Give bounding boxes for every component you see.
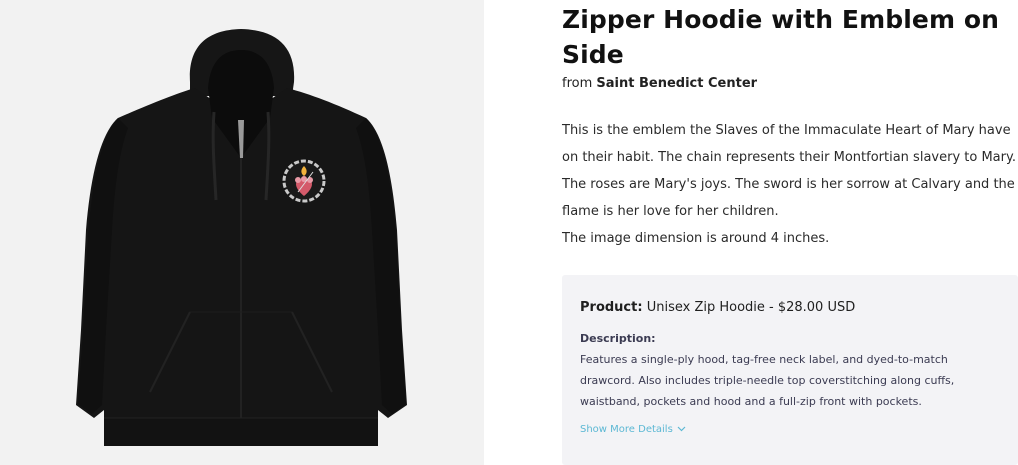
product-label: Product:: [580, 300, 643, 315]
emblem-icon: [282, 159, 326, 203]
show-more-label[interactable]: Show More Details: [580, 424, 673, 435]
chevron-down-icon: [677, 426, 686, 431]
hoodie-image: [76, 29, 407, 446]
image-dimension-note: The image dimension is around 4 inches.: [562, 231, 830, 246]
show-more-details-link[interactable]: Show More Details: [580, 424, 686, 435]
from-prefix: from: [562, 76, 593, 91]
product-image-panel: [0, 0, 484, 465]
seller-link[interactable]: Saint Benedict Center: [596, 76, 757, 91]
product-type-line: Product: Unisex Zip Hoodie - $28.00 USD: [580, 300, 855, 315]
description-text: Features a single-ply hood, tag-free nec…: [580, 353, 955, 408]
description-label: Description:: [580, 332, 656, 345]
product-description: This is the emblem the Slaves of the Imm…: [562, 117, 1018, 252]
product-title: Zipper Hoodie with Emblem on Side: [562, 5, 1000, 69]
product-value: Unisex Zip Hoodie - $28.00 USD: [646, 300, 856, 315]
description-paragraph: This is the emblem the Slaves of the Imm…: [562, 123, 1016, 219]
seller-line: from Saint Benedict Center: [562, 76, 757, 91]
product-details-box: Product: Unisex Zip Hoodie - $28.00 USD …: [562, 275, 1018, 465]
